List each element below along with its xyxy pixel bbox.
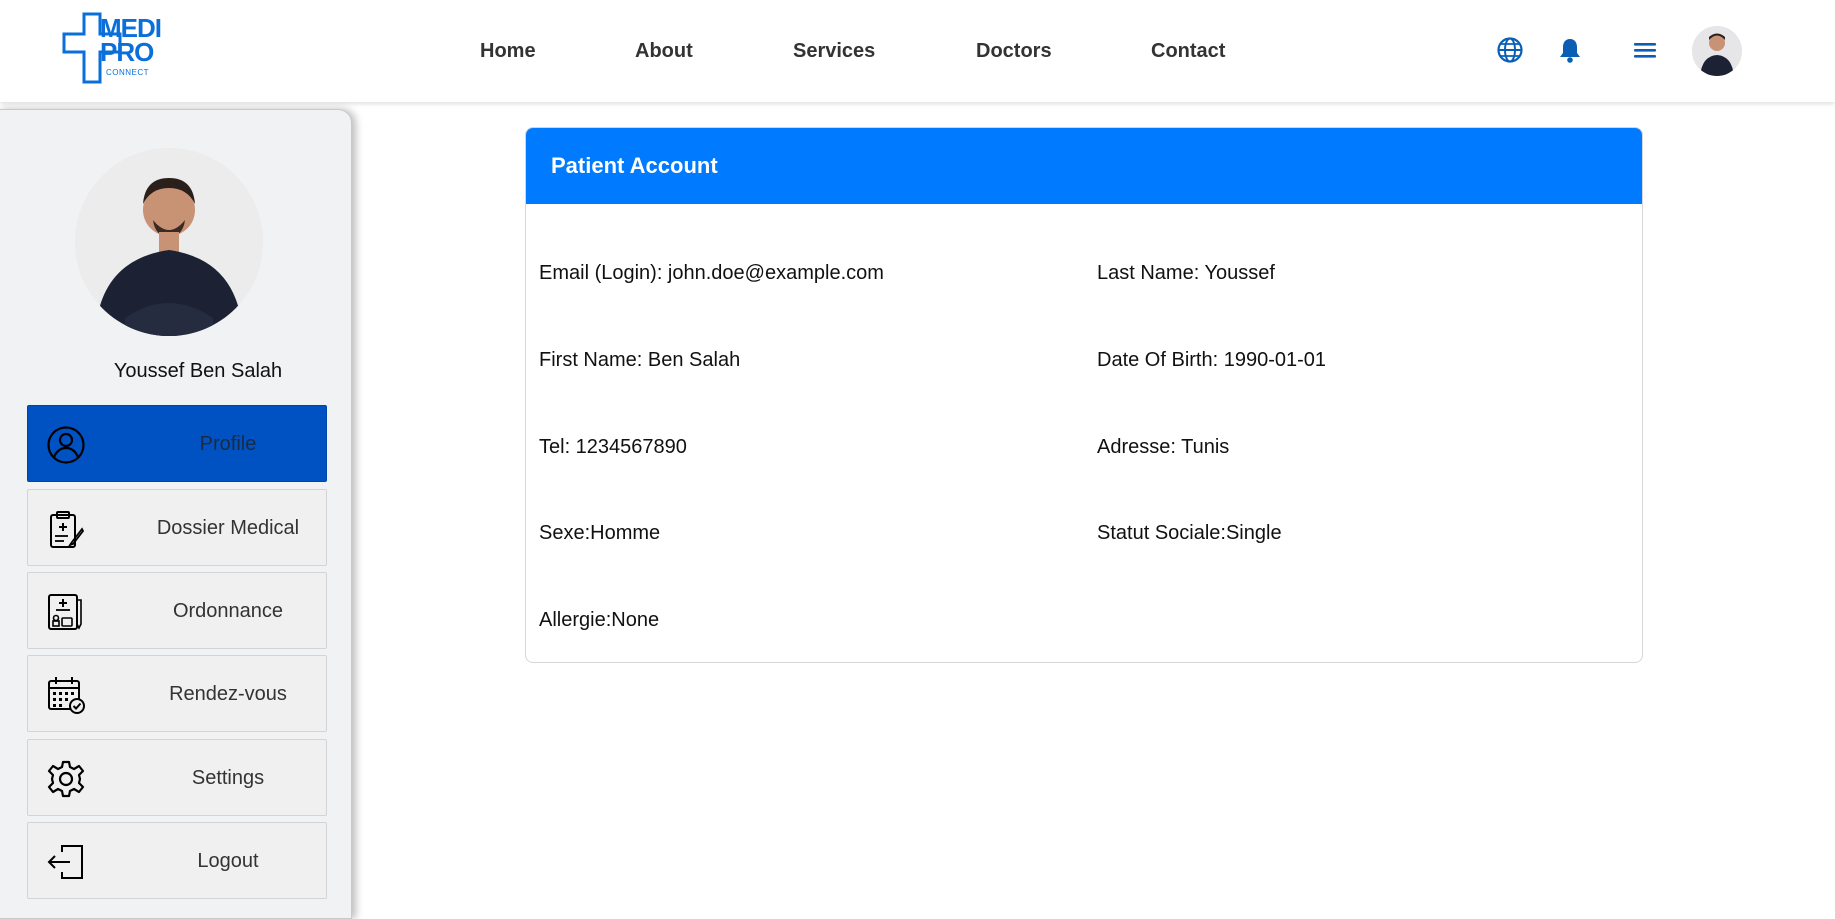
last-name-field: Last Name: Youssef <box>1097 262 1275 284</box>
nav-about-link[interactable]: About <box>635 40 693 63</box>
date-of-birth-field: Date Of Birth: 1990-01-01 <box>1097 349 1327 371</box>
nav-doctors-link[interactable]: Doctors <box>976 40 1052 63</box>
sidebar-item-label: Rendez-vous <box>169 683 287 705</box>
patient-account-card: Patient Account Email (Login): john.doe@… <box>525 127 1643 663</box>
sidebar-item-settings[interactable]: Settings <box>27 739 327 816</box>
allergie-field: Allergie:None <box>539 609 660 631</box>
nav-services-link[interactable]: Services <box>793 40 875 63</box>
sidebar-item-rendez-vous[interactable]: Rendez-vous <box>27 655 327 732</box>
sidebar-item-ordonnance[interactable]: Ordonnance <box>27 572 327 649</box>
top-navbar: MEDI PRO CONNECT Home About Services Doc… <box>0 0 1835 102</box>
card-title: Patient Account <box>551 153 718 178</box>
sidebar-item-profile[interactable]: Profile <box>27 405 327 482</box>
sidebar-item-dossier-medical[interactable]: Dossier Medical <box>27 489 327 566</box>
profile-photo <box>75 148 263 336</box>
sidebar-item-label: Profile <box>199 433 257 455</box>
adresse-field: Adresse: Tunis <box>1097 436 1230 458</box>
sexe-field: Sexe:Homme <box>539 522 661 544</box>
sidebar: Youssef Ben Salah Profile Dossier Medica… <box>0 109 352 919</box>
bell-icon[interactable] <box>1556 36 1584 64</box>
menu-icon[interactable] <box>1631 36 1659 64</box>
first-name-field: First Name: Ben Salah <box>539 349 741 371</box>
email-field: Email (Login): john.doe@example.com <box>539 262 884 284</box>
nav-contact-link[interactable]: Contact <box>1151 40 1225 63</box>
sidebar-item-label: Logout <box>197 850 259 872</box>
globe-icon[interactable] <box>1496 36 1524 64</box>
profile-name: Youssef Ben Salah <box>113 360 283 382</box>
card-header: Patient Account <box>526 128 1642 204</box>
sidebar-item-logout[interactable]: Logout <box>27 822 327 899</box>
tel-field: Tel: 1234567890 <box>539 436 687 458</box>
sidebar-item-label: Dossier Medical <box>156 517 300 539</box>
nav-home-link[interactable]: Home <box>480 40 536 63</box>
statut-sociale-field: Statut Sociale:Single <box>1097 522 1282 544</box>
sidebar-item-label: Settings <box>191 767 265 789</box>
sidebar-item-label: Ordonnance <box>172 600 284 622</box>
header-avatar[interactable] <box>1692 26 1742 76</box>
